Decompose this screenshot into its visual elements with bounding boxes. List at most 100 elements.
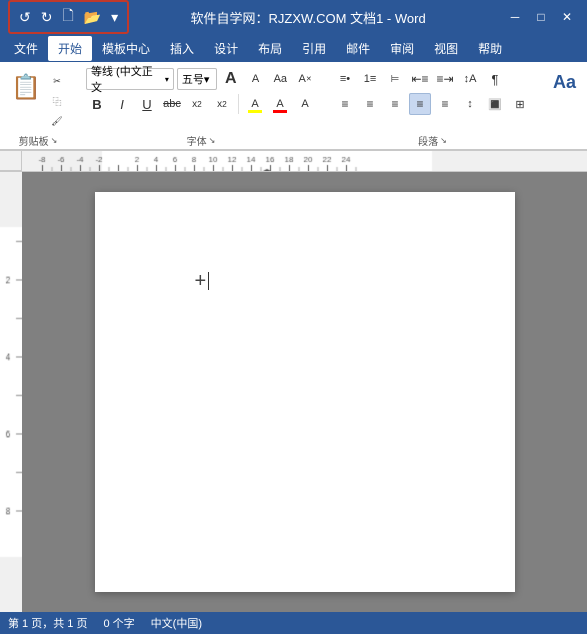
bold-button[interactable]: B [86, 93, 108, 115]
change-case-button[interactable]: Aa [269, 68, 291, 90]
cut-button[interactable]: ✂ [46, 72, 68, 90]
shading-button[interactable]: 🔳 [484, 93, 506, 115]
show-para-button[interactable]: ¶ [484, 68, 506, 90]
menu-item-审阅[interactable]: 审阅 [380, 36, 424, 61]
align-right-button[interactable]: ≡ [384, 93, 406, 115]
menu-item-引用[interactable]: 引用 [292, 36, 336, 61]
title-center: 软件自学网：RJZXW.COM 文档1 - Word [129, 8, 487, 27]
menu-item-开始[interactable]: 开始 [48, 36, 92, 61]
font-row-1: 等线 (中文正文 ▾ 五号 ▾ A A Aa A✕ [86, 68, 316, 90]
paste-button[interactable]: 📋 [8, 68, 44, 108]
clipboard-body: 📋 ✂ ⿻ 🖌 [4, 66, 72, 132]
font-size-selector[interactable]: 五号 ▾ [177, 68, 217, 90]
align-left-button[interactable]: ≡ [334, 93, 356, 115]
document-page[interactable]: + [95, 192, 515, 592]
align-center-button[interactable]: ≡ [359, 93, 381, 115]
menu-item-视图[interactable]: 视图 [424, 36, 468, 61]
strikethrough-button[interactable]: abc [161, 93, 183, 115]
numbering-button[interactable]: 1≡ [359, 68, 381, 90]
highlight-indicator [248, 110, 262, 113]
font-body: 等线 (中文正文 ▾ 五号 ▾ A A Aa A✕ [82, 66, 320, 132]
sort-button[interactable]: ↕A [459, 68, 481, 90]
superscript-button[interactable]: x2 [211, 93, 233, 115]
para-body: ≡• 1≡ ⊨ ⇤≡ ≡⇥ ↕A ¶ ≡ ≡ ≡ ≡ ≡ [330, 66, 535, 132]
close-button[interactable]: ✕ [555, 7, 579, 27]
justify-button[interactable]: ≡ [409, 93, 431, 115]
line-spacing-button[interactable]: ↕ [459, 93, 481, 115]
redo-button[interactable]: ↻ [38, 8, 56, 27]
styles-aa-button[interactable]: Aa [549, 68, 580, 97]
highlight-button[interactable]: A [244, 93, 266, 115]
para-expand-icon: ↘ [440, 136, 447, 145]
format-painter-button[interactable]: 🖌 [46, 112, 68, 130]
menu-item-邮件[interactable]: 邮件 [336, 36, 380, 61]
menu-item-模板中心[interactable]: 模板中心 [92, 36, 160, 61]
clipboard-expand-icon: ↘ [51, 136, 58, 145]
paragraph-label[interactable]: 段落 ↘ [330, 132, 535, 149]
word-count[interactable]: 0 个字 [103, 615, 134, 631]
underline-button[interactable]: U [136, 93, 158, 115]
para-row-1: ≡• 1≡ ⊨ ⇤≡ ≡⇥ ↕A ¶ [334, 68, 531, 90]
paste-icon: 📋 [11, 76, 41, 100]
page-container: + [22, 172, 587, 612]
ruler-container [0, 151, 587, 172]
new-button[interactable]: 🗋 [59, 4, 76, 30]
font-expand-icon: ↘ [209, 136, 216, 145]
clipboard-section: 📋 ✂ ⿻ 🖌 剪贴板 ↘ [4, 66, 72, 149]
menu-item-插入[interactable]: 插入 [160, 36, 204, 61]
doc-wrapper: + [0, 172, 587, 612]
cursor-cross-icon: + [195, 273, 207, 289]
text-cursor: + [195, 272, 210, 290]
font-color-icon: A [276, 98, 283, 110]
restore-button[interactable]: □ [529, 7, 553, 27]
font-size-arrow: ▾ [204, 73, 210, 86]
font-color-button[interactable]: A [269, 93, 291, 115]
quick-access-toolbar: ↺ ↻ 🗋 📂 ▾ [8, 0, 129, 34]
vertical-ruler [0, 172, 22, 612]
page-info[interactable]: 第 1 页，共 1 页 [8, 615, 87, 631]
distributed-button[interactable]: ≡ [434, 93, 456, 115]
italic-button[interactable]: I [111, 93, 133, 115]
styles-section: Aa [545, 66, 584, 149]
font-name-selector[interactable]: 等线 (中文正文 ▾ [86, 68, 174, 90]
undo-button[interactable]: ↺ [16, 8, 34, 27]
clipboard-label[interactable]: 剪贴板 ↘ [4, 132, 72, 149]
menu-item-设计[interactable]: 设计 [204, 36, 248, 61]
sep-font [238, 94, 239, 114]
menu-item-帮助[interactable]: 帮助 [468, 36, 512, 61]
minimize-button[interactable]: ─ [503, 7, 527, 27]
language[interactable]: 中文(中国) [151, 615, 202, 631]
ruler-corner[interactable] [0, 151, 22, 171]
para-row-2: ≡ ≡ ≡ ≡ ≡ ↕ 🔳 ⊞ [334, 93, 531, 115]
font-grow-button[interactable]: A [220, 68, 242, 90]
decrease-indent-button[interactable]: ⇤≡ [409, 68, 431, 90]
open-button[interactable]: 📂 [81, 8, 104, 27]
font-color-indicator [273, 110, 287, 113]
copy-button[interactable]: ⿻ [46, 92, 68, 110]
font-shrink-button[interactable]: A [245, 68, 267, 90]
cursor-blink [208, 272, 209, 290]
title-bar: ↺ ↻ 🗋 📂 ▾ 软件自学网：RJZXW.COM 文档1 - Word ─ □… [0, 0, 587, 34]
highlight-icon: A [251, 98, 258, 110]
clear-format-button[interactable]: A✕ [294, 68, 316, 90]
more-qa-button[interactable]: ▾ [108, 8, 121, 27]
window-controls: ─ □ ✕ [503, 7, 579, 27]
increase-indent-button[interactable]: ≡⇥ [434, 68, 456, 90]
menu-item-文件[interactable]: 文件 [4, 36, 48, 61]
styles-body: Aa [545, 66, 584, 149]
status-bar: 第 1 页，共 1 页 0 个字 中文(中国) [0, 612, 587, 634]
menu-item-布局[interactable]: 布局 [248, 36, 292, 61]
ribbon: 📋 ✂ ⿻ 🖌 剪贴板 ↘ [0, 62, 587, 151]
subscript-button[interactable]: x2 [186, 93, 208, 115]
border-button[interactable]: ⊞ [509, 93, 531, 115]
cursor-area: + [195, 272, 210, 290]
multilevel-button[interactable]: ⊨ [384, 68, 406, 90]
font-effects-button[interactable]: A [294, 93, 316, 115]
horizontal-ruler [22, 151, 587, 171]
paragraph-section: ≡• 1≡ ⊨ ⇤≡ ≡⇥ ↕A ¶ ≡ ≡ ≡ ≡ ≡ [330, 66, 535, 149]
menu-bar: 文件开始模板中心插入设计布局引用邮件审阅视图帮助 [0, 34, 587, 62]
font-row-2: B I U abc x2 x2 A A [86, 93, 316, 115]
font-label[interactable]: 字体 ↘ [82, 132, 320, 149]
bullets-button[interactable]: ≡• [334, 68, 356, 90]
font-section: 等线 (中文正文 ▾ 五号 ▾ A A Aa A✕ [82, 66, 320, 149]
